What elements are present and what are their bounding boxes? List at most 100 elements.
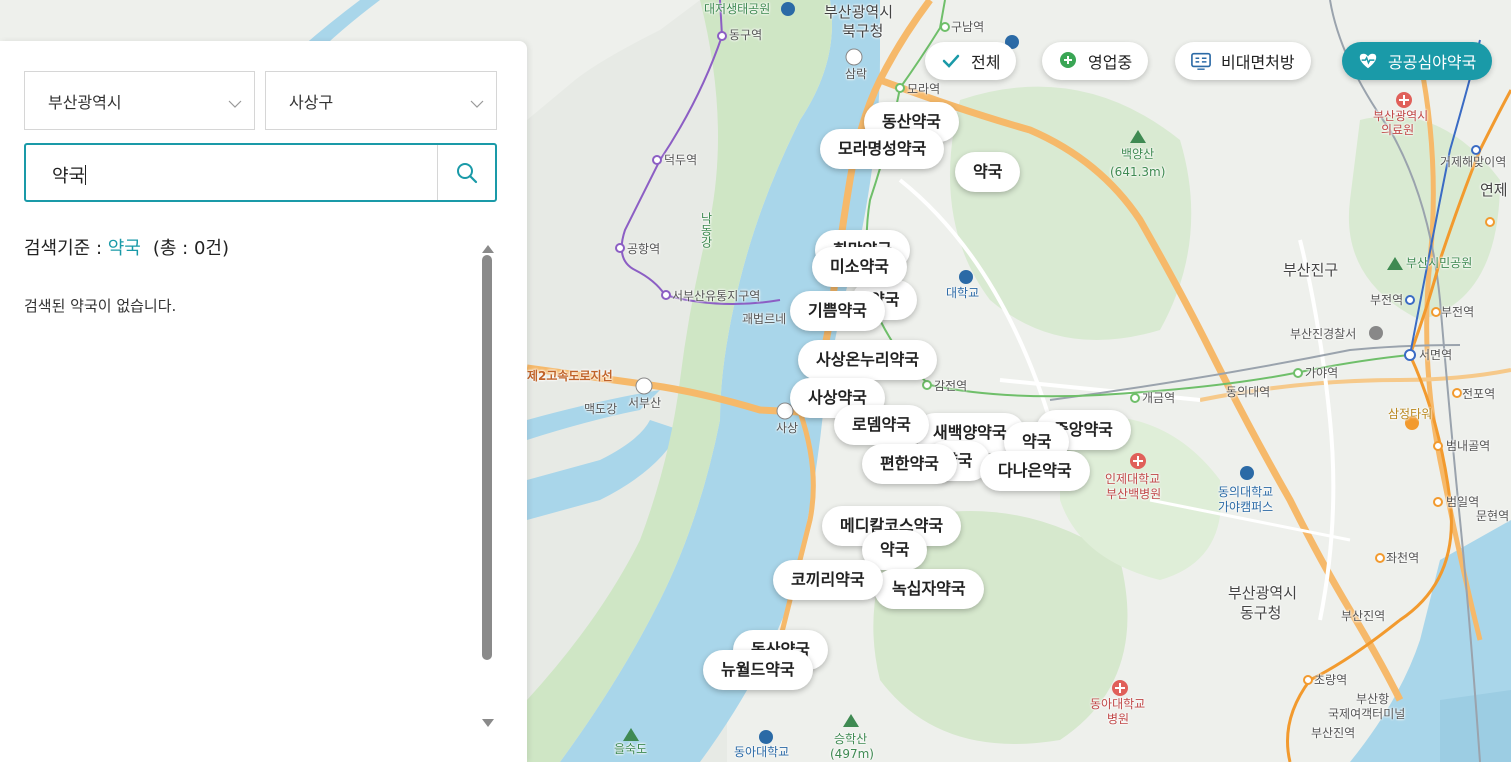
result-scrollbar[interactable] [480, 237, 496, 727]
map-label: 부산항 [1356, 692, 1390, 706]
search-input-value: 약국 [52, 166, 86, 187]
search-icon [457, 162, 478, 183]
filter-all-button[interactable]: 전체 [925, 42, 1017, 80]
map-label: 서부산 [628, 396, 662, 410]
map-label: 동구역 [729, 28, 763, 42]
map-label: 가야역 [1305, 366, 1339, 380]
check-icon [941, 51, 961, 71]
map-label: 삼정타워 [1388, 407, 1433, 421]
map-label: 의료원 [1381, 123, 1415, 137]
map-label: 부산진경찰서 [1290, 327, 1357, 341]
map-label: 부전역 [1370, 293, 1404, 307]
map-label: 범내골역 [1446, 439, 1491, 453]
search-input[interactable]: 약국 [24, 143, 497, 202]
map-label: (497m) [830, 747, 874, 761]
map-label: 부산진역 [1341, 609, 1386, 623]
map-label: 초량역 [1314, 673, 1348, 687]
map-label: 맥도강 [584, 402, 618, 416]
map-label: 연제 [1480, 181, 1508, 199]
map-label: 부산광역시 [824, 3, 894, 21]
open-status-icon [1058, 51, 1078, 71]
map-label: 을숙도 [614, 742, 648, 756]
map-label: 부전역 [1441, 305, 1475, 319]
pharmacy-pin[interactable]: 미소약국 [812, 247, 907, 287]
filter-remote-button[interactable]: 비대면처방 [1175, 42, 1311, 80]
search-button[interactable] [439, 145, 495, 200]
heart-pulse-icon [1358, 51, 1378, 71]
pharmacy-pin[interactable]: 사상온누리약국 [798, 340, 938, 380]
map-label: 북구청 [842, 22, 884, 40]
pharmacy-pin[interactable]: 모라명성약국 [820, 129, 945, 169]
map-label: 범일역 [1446, 495, 1480, 509]
city-select-value: 부산광역시 [48, 92, 122, 112]
map-label: 거제해맞이역 [1440, 155, 1507, 169]
prescription-icon [1191, 51, 1211, 71]
criteria-keyword: 약국 [107, 238, 141, 259]
map-label: 낙동강 [699, 212, 713, 248]
filter-open-label: 영업중 [1088, 53, 1133, 72]
map-label: 가야캠퍼스 [1218, 500, 1274, 514]
pharmacy-pin[interactable]: 편한약국 [862, 444, 957, 484]
map-label: 문현역 [1476, 509, 1510, 523]
map-label: 서면역 [1419, 348, 1453, 362]
map-label: 부산진구 [1283, 261, 1339, 279]
chevron-down-icon [470, 94, 484, 113]
pharmacy-pin[interactable]: 코끼리약국 [773, 560, 883, 600]
text-caret [85, 165, 87, 185]
map-label: (641.3m) [1110, 165, 1166, 179]
filter-night-button[interactable]: 공공심야약국 [1342, 42, 1493, 80]
district-select[interactable]: 사상구 [265, 71, 497, 130]
map-label: 부산시민공원 [1406, 256, 1473, 270]
pharmacy-pin[interactable]: 녹십자약국 [874, 569, 984, 609]
city-select[interactable]: 부산광역시 [24, 71, 255, 130]
map-label: 서부산유통지구역 [672, 289, 761, 303]
filter-open-button[interactable]: 영업중 [1042, 42, 1149, 80]
map-label: 삼락 [845, 67, 868, 81]
map-label: 대학교 [946, 286, 980, 300]
map-label: 전포역 [1462, 387, 1496, 401]
map-label: 동아대학교 [734, 745, 790, 759]
map-label: 제2고속도로지선 [527, 369, 613, 383]
map-label: 동의대학교 [1218, 485, 1274, 499]
map-label: 모라역 [907, 82, 941, 96]
map-label: 인제대학교 [1105, 472, 1161, 486]
map-label: 동의대역 [1226, 385, 1271, 399]
map-label: 좌천역 [1386, 551, 1420, 565]
district-select-value: 사상구 [289, 92, 334, 112]
search-criteria: 검색기준 : 약국 (총 : 0건) [24, 234, 229, 260]
pharmacy-pin[interactable]: 다나은약국 [980, 451, 1090, 491]
pharmacy-pin[interactable]: 약국 [955, 152, 1021, 192]
search-divider [437, 145, 438, 200]
map-label: 덕두역 [664, 153, 698, 167]
criteria-label: 검색기준 : [24, 238, 108, 259]
map-label: 동아대학교 [1090, 697, 1146, 711]
filter-remote-label: 비대면처방 [1221, 53, 1295, 72]
scroll-down-arrow-icon[interactable] [481, 713, 495, 732]
chevron-down-icon [228, 94, 242, 113]
pharmacy-pin[interactable]: 기쁨약국 [790, 291, 885, 331]
map-label: 백양산 [1121, 147, 1155, 161]
pharmacy-pin[interactable]: 뉴월드약국 [703, 650, 813, 690]
map-label: 부산백병원 [1106, 487, 1162, 501]
empty-result-message: 검색된 약국이 없습니다. [24, 297, 177, 315]
filter-all-label: 전체 [971, 53, 1001, 72]
map-label: 부산광역시 [1373, 109, 1429, 123]
map-label: 개금역 [1142, 391, 1176, 405]
map-label: 동구청 [1240, 604, 1282, 622]
filter-night-label: 공공심야약국 [1388, 53, 1477, 72]
map-label: 부산진역 [1311, 726, 1356, 740]
search-panel: 부산광역시 사상구 약국 검색기준 : 약국 (총 : 0건) 검색된 약국이 없… [0, 41, 527, 762]
map-label: 부산광역시 [1228, 584, 1298, 602]
map-label: 사상 [776, 421, 799, 435]
map-label: 감전역 [934, 379, 968, 393]
map-label: 괘법르네 [742, 312, 787, 326]
criteria-total: (총 : 0건) [152, 238, 229, 259]
map-label: 대저생태공원 [704, 2, 771, 16]
scrollbar-thumb[interactable] [482, 255, 492, 660]
map-label: 구남역 [951, 20, 985, 34]
pharmacy-pin[interactable]: 로뎀약국 [834, 405, 929, 445]
map-label: 병원 [1107, 712, 1130, 726]
map-label: 공항역 [627, 242, 661, 256]
map-label: 국제여객터미널 [1328, 707, 1406, 721]
map-label: 승학산 [834, 732, 868, 746]
